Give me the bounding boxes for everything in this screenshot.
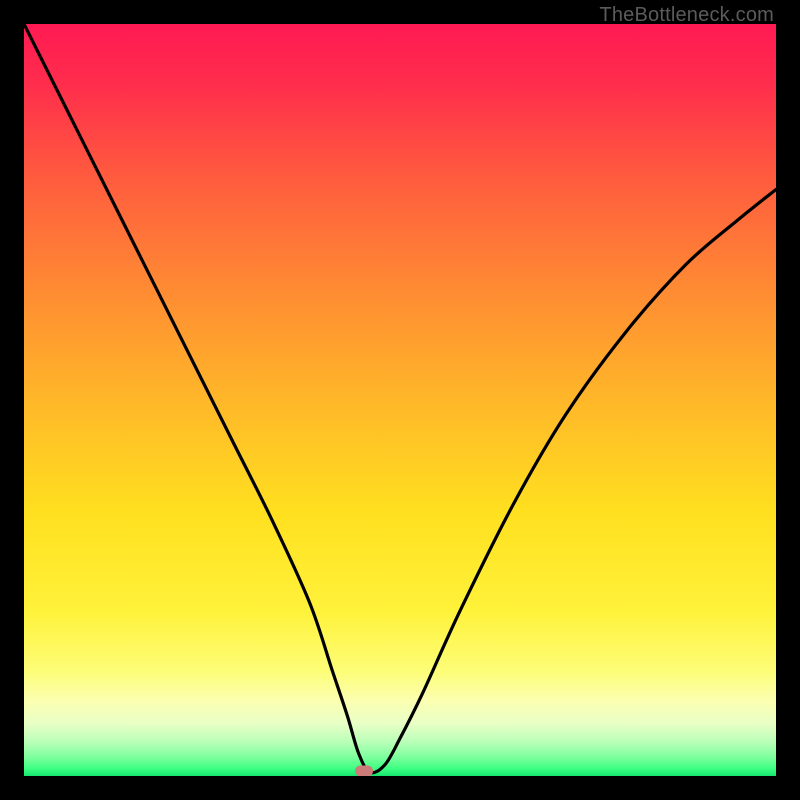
watermark-text: TheBottleneck.com — [599, 4, 774, 27]
plot-area — [24, 24, 776, 776]
chart-frame: TheBottleneck.com — [0, 0, 800, 800]
bottleneck-curve — [24, 24, 776, 776]
minimum-marker — [355, 766, 373, 776]
